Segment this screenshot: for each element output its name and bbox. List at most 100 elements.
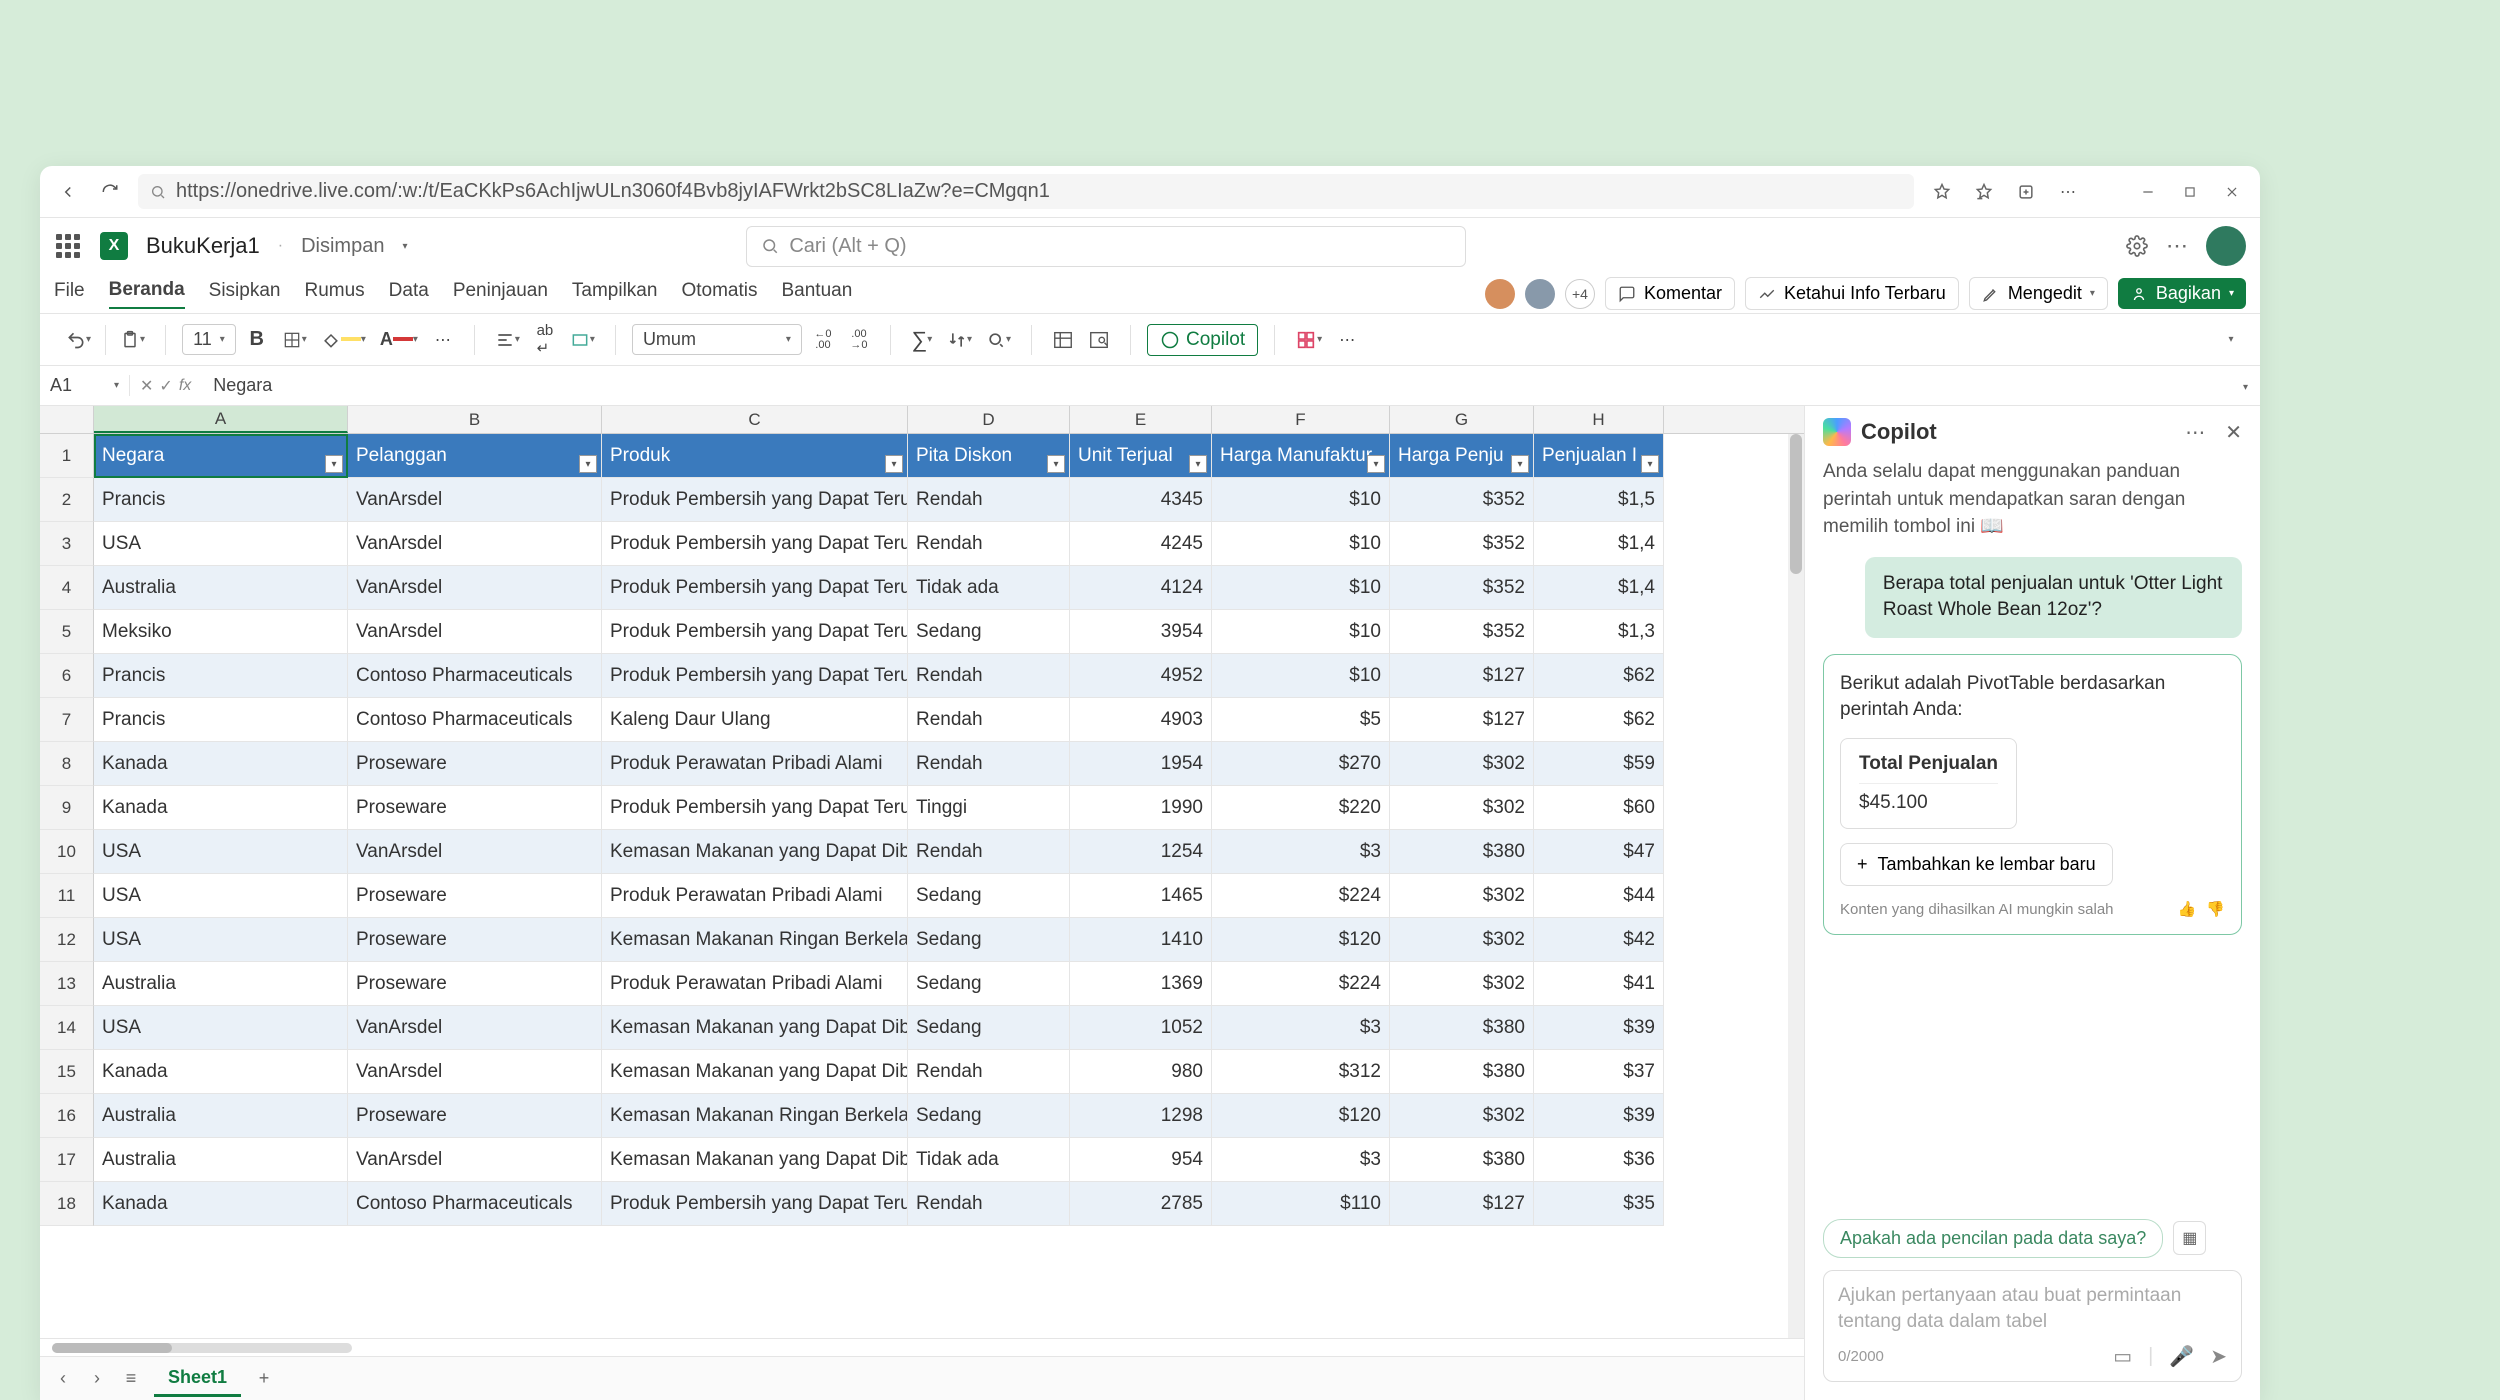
undo-button[interactable]: ▾ [62,324,95,356]
tab-bantuan[interactable]: Bantuan [781,280,852,308]
cell[interactable]: Contoso Pharmaceuticals [348,1182,602,1226]
cell[interactable]: 4124 [1070,566,1212,610]
cell[interactable]: $10 [1212,478,1390,522]
cell[interactable]: 1410 [1070,918,1212,962]
cell[interactable]: Proseware [348,1094,602,1138]
row-header[interactable]: 3 [40,522,94,566]
cell[interactable]: $39 [1534,1094,1664,1138]
cell[interactable]: $62 [1534,654,1664,698]
cell[interactable]: VanArsdel [348,610,602,654]
cell[interactable]: $5 [1212,698,1390,742]
cell[interactable]: 3954 [1070,610,1212,654]
cell[interactable]: Kemasan Makanan yang Dapat Dib [602,1006,908,1050]
collaborator-avatar[interactable] [1525,279,1555,309]
more-icon[interactable]: ⋯ [2054,178,2082,206]
row-header[interactable]: 17 [40,1138,94,1182]
cell[interactable]: Produk Perawatan Pribadi Alami [602,962,908,1006]
filter-button[interactable]: ▾ [1189,455,1207,473]
cell[interactable]: 980 [1070,1050,1212,1094]
cell[interactable]: 954 [1070,1138,1212,1182]
cell[interactable]: VanArsdel [348,1050,602,1094]
cell[interactable]: Proseware [348,874,602,918]
cell[interactable]: $302 [1390,742,1534,786]
cell[interactable]: $1,4 [1534,522,1664,566]
cell[interactable]: Produk Pembersih yang Dapat Teru [602,786,908,830]
thumbs-down-icon[interactable]: 👎 [2206,900,2225,918]
cell[interactable]: Kaleng Daur Ulang [602,698,908,742]
send-icon[interactable]: ➤ [2210,1344,2227,1369]
cell[interactable]: $220 [1212,786,1390,830]
cell[interactable]: Kanada [94,742,348,786]
cell[interactable]: Sedang [908,918,1070,962]
prompt-guide-icon[interactable]: ▦ [2173,1221,2206,1255]
cell[interactable]: Sedang [908,1094,1070,1138]
tab-beranda[interactable]: Beranda [109,279,185,309]
column-header[interactable]: G [1390,406,1534,433]
bold-button[interactable]: B [242,324,272,356]
row-header[interactable]: 15 [40,1050,94,1094]
document-title[interactable]: BukuKerja1 [146,233,260,259]
cancel-fx-icon[interactable]: ✕ [140,376,153,396]
minimize-button[interactable] [2134,178,2162,206]
tab-file[interactable]: File [54,280,85,308]
collaborator-avatar[interactable] [1485,279,1515,309]
cell[interactable]: $302 [1390,1094,1534,1138]
copilot-close-button[interactable]: ✕ [2225,420,2242,445]
cell[interactable]: $10 [1212,566,1390,610]
cell[interactable]: $1,4 [1534,566,1664,610]
cell[interactable]: Prancis [94,478,348,522]
cell[interactable]: $302 [1390,786,1534,830]
attach-icon[interactable]: ▭ [2113,1344,2132,1369]
table-header-cell[interactable]: Harga Manufaktur▾ [1212,434,1390,478]
find-button[interactable]: ▾ [982,324,1015,356]
filter-button[interactable]: ▾ [1511,455,1529,473]
borders-button[interactable]: ▾ [278,324,311,356]
cell[interactable]: VanArsdel [348,1006,602,1050]
cell[interactable]: 1990 [1070,786,1212,830]
cell[interactable]: USA [94,874,348,918]
cell[interactable]: Produk Pembersih yang Dapat Teru [602,654,908,698]
cell[interactable]: Produk Pembersih yang Dapat Teru [602,478,908,522]
cell[interactable]: $62 [1534,698,1664,742]
cell[interactable]: 1298 [1070,1094,1212,1138]
cell[interactable]: 1465 [1070,874,1212,918]
whatsnew-button[interactable]: Ketahui Info Terbaru [1745,277,1959,310]
row-header[interactable]: 12 [40,918,94,962]
row-header[interactable]: 1 [40,434,94,478]
cell[interactable]: Rendah [908,1050,1070,1094]
row-header[interactable]: 14 [40,1006,94,1050]
table-header-cell[interactable]: Pelanggan▾ [348,434,602,478]
row-header[interactable]: 16 [40,1094,94,1138]
cell[interactable]: $127 [1390,1182,1534,1226]
copilot-input[interactable]: Ajukan pertanyaan atau buat permintaan t… [1823,1270,2242,1382]
cell[interactable]: 4345 [1070,478,1212,522]
formula-input[interactable]: Negara [201,375,2231,396]
filter-button[interactable]: ▾ [325,455,343,473]
cell[interactable]: Rendah [908,654,1070,698]
cell[interactable]: Australia [94,962,348,1006]
horizontal-scrollbar[interactable] [40,1338,1804,1356]
sort-filter-button[interactable]: ▾ [943,324,976,356]
cell[interactable]: Proseware [348,742,602,786]
paste-button[interactable]: ▾ [116,324,149,356]
row-header[interactable]: 18 [40,1182,94,1226]
cell[interactable]: Sedang [908,962,1070,1006]
cell[interactable]: $127 [1390,654,1534,698]
sheet-tab[interactable]: Sheet1 [154,1361,241,1397]
cell[interactable]: Kanada [94,786,348,830]
addins-button[interactable]: ▾ [1291,324,1326,356]
table-header-cell[interactable]: Pita Diskon▾ [908,434,1070,478]
cell[interactable]: $3 [1212,1006,1390,1050]
cell[interactable]: $47 [1534,830,1664,874]
chevron-down-icon[interactable]: ▾ [402,241,407,252]
fx-icon[interactable]: fx [179,377,191,395]
cell[interactable]: Rendah [908,478,1070,522]
cell[interactable]: $352 [1390,522,1534,566]
cell[interactable]: Kanada [94,1182,348,1226]
copilot-more-icon[interactable]: ⋯ [2185,420,2205,445]
share-button[interactable]: Bagikan ▾ [2118,278,2246,309]
autosum-button[interactable]: ∑▾ [907,324,937,356]
cell[interactable]: $44 [1534,874,1664,918]
font-color-button[interactable]: A▾ [376,324,422,356]
cell[interactable]: $120 [1212,918,1390,962]
